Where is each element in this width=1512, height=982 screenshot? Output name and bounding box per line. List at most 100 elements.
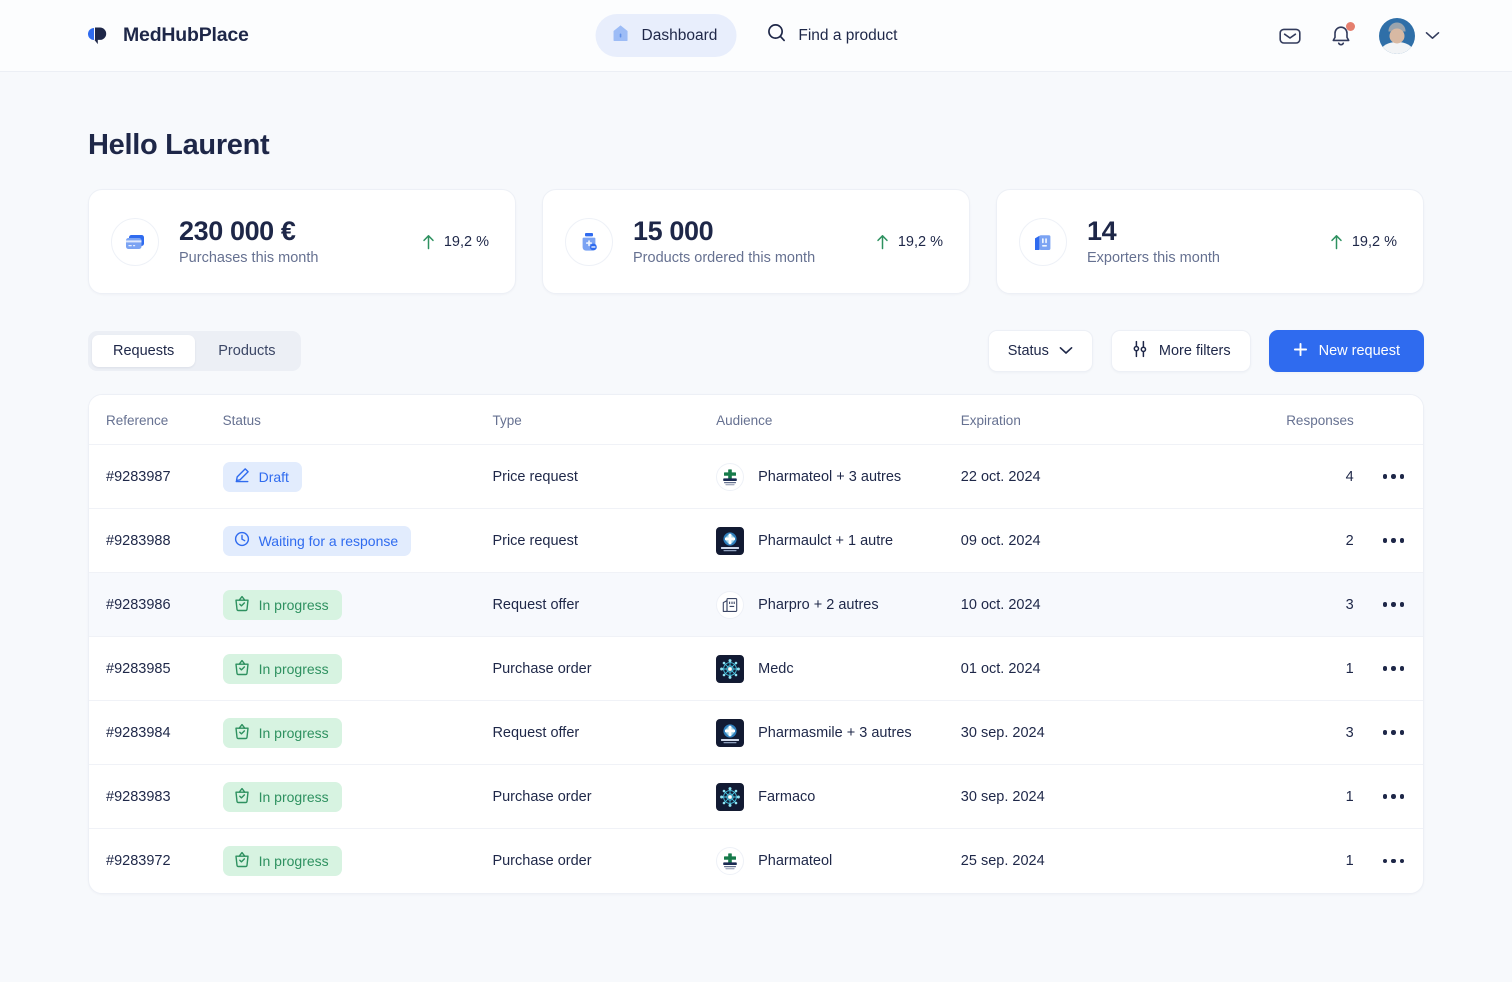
main-navigation: Dashboard Find a product — [595, 13, 917, 58]
stat-label: Exporters this month — [1087, 249, 1220, 266]
brand-logo[interactable]: MedHubPlace — [86, 24, 249, 47]
table-body: #9283987 Draft Price request Pharmateol + 3… — [89, 444, 1423, 893]
arrow-up-icon — [423, 234, 434, 249]
cell-type: Purchase order — [492, 764, 717, 829]
cell-responses: 3 — [1235, 700, 1354, 765]
basket-check-icon — [234, 659, 250, 679]
column-header-audience: Audience — [716, 395, 961, 445]
status-badge-label: In progress — [258, 724, 329, 741]
more-options-icon[interactable] — [1382, 730, 1404, 735]
status-badge-label: In progress — [258, 596, 329, 613]
table-row[interactable]: #9283983 In progress Purchase order Farmaco… — [89, 764, 1423, 829]
more-options-icon[interactable] — [1382, 858, 1404, 864]
basket-check-icon — [234, 723, 250, 743]
status-badge-label: In progress — [258, 788, 329, 805]
cell-responses: 2 — [1235, 508, 1354, 573]
basket-check-icon — [234, 787, 250, 807]
table-row[interactable]: #9283986 In progress Request offer Pharpro … — [89, 572, 1423, 637]
status-badge-label: Waiting for a response — [258, 532, 399, 549]
new-request-button[interactable]: New request — [1268, 330, 1424, 372]
audience-name: Pharmaulct + 1 autre — [758, 532, 894, 549]
column-header-type: Type — [492, 395, 717, 445]
nav-item-dashboard[interactable]: Dashboard — [595, 14, 737, 57]
cell-status: Waiting for a response — [222, 508, 493, 573]
cell-responses: 1 — [1235, 828, 1354, 893]
cell-responses: 1 — [1235, 636, 1354, 701]
pharmasmile-logo — [716, 718, 745, 747]
status-filter-button[interactable]: Status — [987, 330, 1093, 372]
cell-status: In progress — [222, 572, 493, 637]
stat-value: 14 — [1087, 216, 1117, 247]
table-header: Reference Status Type Audience Expiratio… — [89, 395, 1423, 445]
stat-card-products-ordered: 15 000 Products ordered this month 19,2 … — [542, 189, 970, 294]
column-header-actions — [1353, 395, 1423, 445]
stat-label: Products ordered this month — [633, 249, 816, 266]
table-row[interactable]: #9283984 In progress Request offer Pharmasm… — [89, 700, 1423, 765]
cell-type: Request offer — [492, 572, 717, 637]
cell-actions — [1353, 764, 1423, 829]
nav-item-dashboard-label: Dashboard — [641, 26, 718, 44]
pharmateol-logo — [716, 462, 745, 491]
more-options-icon[interactable] — [1382, 602, 1404, 607]
plus-icon — [1293, 342, 1308, 361]
status-badge: In progress — [222, 781, 342, 812]
cell-audience: Pharmateol — [716, 828, 961, 893]
cell-expiration: 10 oct. 2024 — [960, 572, 1236, 637]
cell-type: Price request — [492, 444, 717, 509]
cell-reference: #9283985 — [89, 636, 223, 701]
page-content: Hello Laurent 230 000 € Purchases this m… — [0, 129, 1512, 894]
nav-item-find-a-product-label: Find a product — [798, 26, 898, 44]
basket-check-icon — [234, 851, 250, 871]
audience-name: Farmaco — [758, 788, 816, 805]
table-row[interactable]: #9283988 Waiting for a response Price requ… — [89, 508, 1423, 573]
column-header-expiration: Expiration — [960, 395, 1236, 445]
sliders-icon — [1131, 340, 1149, 362]
cell-status: Draft — [222, 444, 493, 509]
cell-status: In progress — [222, 764, 493, 829]
cell-reference: #9283987 — [89, 444, 223, 509]
more-options-icon[interactable] — [1382, 474, 1404, 479]
status-badge-label: In progress — [258, 660, 329, 677]
more-options-icon[interactable] — [1382, 538, 1404, 543]
more-filters-button[interactable]: More filters — [1110, 330, 1251, 372]
account-menu[interactable] — [1379, 17, 1440, 54]
cell-reference: #9283972 — [89, 828, 223, 893]
stat-trend: 19,2 % — [1330, 234, 1397, 250]
stat-trend-value: 19,2 % — [897, 233, 943, 250]
bell-icon[interactable] — [1329, 22, 1355, 48]
cell-actions — [1353, 508, 1423, 573]
table-row[interactable]: #9283972 In progress Purchase order Pharmat… — [89, 828, 1423, 893]
brand-name: MedHubPlace — [123, 24, 249, 46]
search-icon — [765, 22, 787, 49]
topbar-actions — [1277, 17, 1440, 54]
status-badge: In progress — [222, 653, 342, 684]
stat-card-purchases: 230 000 € Purchases this month 19,2 % — [88, 189, 516, 294]
more-options-icon[interactable] — [1382, 666, 1404, 671]
table-row[interactable]: #9283985 In progress Purchase order Medc 01 … — [89, 636, 1423, 701]
mail-icon[interactable] — [1277, 23, 1303, 49]
stat-trend-value: 19,2 % — [1351, 233, 1397, 250]
more-options-icon[interactable] — [1382, 794, 1404, 799]
status-filter-label: Status — [1007, 343, 1049, 359]
cell-actions — [1353, 444, 1423, 509]
tab-requests[interactable]: Requests — [92, 335, 196, 367]
stat-trend: 19,2 % — [876, 234, 943, 250]
cell-type: Purchase order — [492, 828, 717, 893]
tab-products[interactable]: Products — [197, 335, 296, 367]
cell-audience: Pharpro + 2 autres — [716, 572, 961, 637]
arrow-up-icon — [1331, 234, 1342, 249]
nav-item-find-a-product[interactable]: Find a product — [750, 13, 916, 58]
table-row[interactable]: #9283987 Draft Price request Pharmateol + 3… — [89, 444, 1423, 509]
cell-status: In progress — [222, 636, 493, 701]
more-filters-label: More filters — [1158, 343, 1231, 359]
stat-trend-value: 19,2 % — [443, 233, 489, 250]
requests-table: Reference Status Type Audience Expiratio… — [89, 395, 1423, 893]
pharpro-logo — [716, 590, 745, 619]
cell-expiration: 30 sep. 2024 — [960, 764, 1236, 829]
audience-name: Pharmasmile + 3 autres — [758, 724, 912, 741]
audience-name: Pharpro + 2 autres — [758, 596, 879, 613]
cell-expiration: 22 oct. 2024 — [960, 444, 1236, 509]
chevron-down-icon — [1425, 27, 1440, 45]
arrow-up-icon — [877, 234, 888, 249]
credit-card-icon — [111, 217, 159, 266]
